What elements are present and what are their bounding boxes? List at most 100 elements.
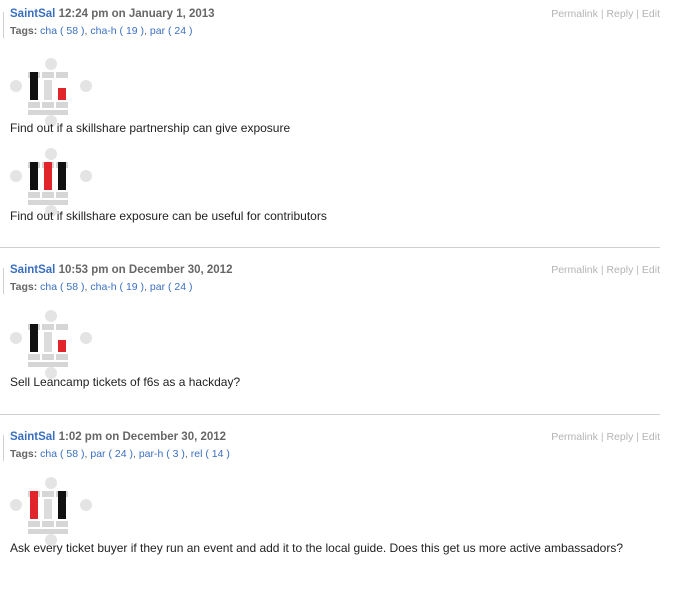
- icon-grid-cell: [56, 324, 68, 330]
- post-datetime: 10:53 pm on December 30, 2012: [58, 264, 233, 276]
- tags-label: Tags:: [10, 448, 38, 460]
- post-3: SaintSal 1:02 pm on December 30, 2012 Ta…: [0, 431, 660, 581]
- tag-link[interactable]: cha-h ( 19 ): [90, 25, 144, 37]
- post-actions: Permalink | Reply | Edit: [551, 8, 660, 20]
- tag-link[interactable]: par ( 24 ): [150, 25, 193, 37]
- icon-dot: [10, 499, 22, 511]
- edit-link[interactable]: Edit: [642, 8, 660, 20]
- icon-grid-cell: [42, 491, 54, 497]
- edit-link[interactable]: Edit: [642, 264, 660, 276]
- idea-icon-graphic: [10, 477, 92, 546]
- idea-icon: [10, 58, 92, 128]
- icon-dot: [80, 170, 92, 182]
- icon-bar-red: [30, 491, 38, 519]
- tag-link[interactable]: cha-h ( 19 ): [90, 281, 144, 293]
- icon-grid-base: [28, 362, 68, 367]
- tag-link[interactable]: cha ( 58 ): [40, 448, 84, 460]
- tags-label: Tags:: [10, 25, 38, 37]
- icon-dot: [80, 80, 92, 92]
- idea-icon: [10, 310, 92, 380]
- post-divider: [0, 414, 660, 415]
- icon-bar-gray: [44, 80, 52, 100]
- permalink-link[interactable]: Permalink: [551, 8, 598, 20]
- edit-link[interactable]: Edit: [642, 431, 660, 443]
- icon-grid-cell: [28, 521, 40, 527]
- icon-bar-red: [58, 88, 66, 100]
- icon-dot: [80, 332, 92, 344]
- icon-dot: [45, 477, 57, 489]
- icon-grid-cell: [42, 324, 54, 330]
- post-meta: SaintSal 1:02 pm on December 30, 2012: [10, 431, 226, 443]
- permalink-link[interactable]: Permalink: [551, 431, 598, 443]
- icon-bar-red: [58, 340, 66, 352]
- icon-grid-cell: [56, 521, 68, 527]
- author-link[interactable]: SaintSal: [10, 264, 55, 276]
- post-2: SaintSal 10:53 pm on December 30, 2012 T…: [0, 264, 660, 404]
- icon-bar-black: [30, 162, 38, 190]
- icon-grid-cell: [42, 72, 54, 78]
- icon-dot: [10, 332, 22, 344]
- icon-grid-base: [28, 110, 68, 115]
- author-link[interactable]: SaintSal: [10, 431, 55, 443]
- post-meta: SaintSal 10:53 pm on December 30, 2012: [10, 264, 232, 276]
- post-left-border: [3, 268, 4, 294]
- tag-link[interactable]: rel ( 14 ): [191, 448, 230, 460]
- icon-dot: [45, 310, 57, 322]
- icon-bar-black: [30, 72, 38, 100]
- icon-grid-cell: [56, 192, 68, 198]
- icon-grid-cell: [42, 354, 54, 360]
- icon-dot: [45, 58, 57, 70]
- post-tags: Tags: cha ( 58 ), par ( 24 ), par-h ( 3 …: [10, 448, 230, 460]
- idea-text: Find out if skillshare exposure can be u…: [10, 209, 327, 223]
- icon-grid-cell: [28, 192, 40, 198]
- tag-link[interactable]: cha ( 58 ): [40, 25, 84, 37]
- idea-icon-graphic: [10, 58, 92, 127]
- author-link[interactable]: SaintSal: [10, 8, 55, 20]
- tag-link[interactable]: par ( 24 ): [150, 281, 193, 293]
- icon-dot: [10, 80, 22, 92]
- post-left-border: [3, 12, 4, 38]
- icon-bar-red: [44, 162, 52, 190]
- post-datetime: 1:02 pm on December 30, 2012: [58, 431, 227, 443]
- icon-bar-black: [30, 324, 38, 352]
- icon-bar-black: [58, 491, 66, 519]
- idea-icon-graphic: [10, 310, 92, 379]
- icon-dot: [10, 170, 22, 182]
- icon-grid-cell: [28, 102, 40, 108]
- post-tags: Tags: cha ( 58 ), cha-h ( 19 ), par ( 24…: [10, 25, 193, 37]
- reply-link[interactable]: Reply: [606, 431, 633, 443]
- icon-bar-gray: [44, 499, 52, 519]
- idea-text: Ask every ticket buyer if they run an ev…: [10, 541, 623, 555]
- icon-grid-cell: [28, 354, 40, 360]
- icon-grid-cell: [56, 102, 68, 108]
- post-left-border: [3, 435, 4, 461]
- post-divider: [0, 247, 660, 248]
- post-meta: SaintSal 12:24 pm on January 1, 2013: [10, 8, 215, 20]
- tags-label: Tags:: [10, 281, 38, 293]
- reply-link[interactable]: Reply: [606, 264, 633, 276]
- icon-grid-base: [28, 529, 68, 534]
- icon-grid-cell: [42, 192, 54, 198]
- tag-link[interactable]: par-h ( 3 ): [139, 448, 185, 460]
- post-actions: Permalink | Reply | Edit: [551, 431, 660, 443]
- idea-text: Find out if a skillshare partnership can…: [10, 121, 291, 135]
- permalink-link[interactable]: Permalink: [551, 264, 598, 276]
- icon-dot: [45, 148, 57, 160]
- icon-grid-cell: [56, 354, 68, 360]
- tag-link[interactable]: par ( 24 ): [90, 448, 133, 460]
- icon-bar-black: [58, 162, 66, 190]
- idea-text: Sell Leancamp tickets of f6s as a hackda…: [10, 375, 241, 389]
- icon-dot: [80, 499, 92, 511]
- post-tags: Tags: cha ( 58 ), cha-h ( 19 ), par ( 24…: [10, 281, 193, 293]
- icon-grid-cell: [42, 102, 54, 108]
- icon-grid-base: [28, 200, 68, 205]
- icon-grid-cell: [56, 72, 68, 78]
- post-actions: Permalink | Reply | Edit: [551, 264, 660, 276]
- tag-link[interactable]: cha ( 58 ): [40, 281, 84, 293]
- post-1: SaintSal 12:24 pm on January 1, 2013 Tag…: [0, 8, 660, 240]
- icon-grid-cell: [42, 521, 54, 527]
- icon-bar-gray: [44, 332, 52, 352]
- idea-icon: [10, 477, 92, 547]
- reply-link[interactable]: Reply: [606, 8, 633, 20]
- post-datetime: 12:24 pm on January 1, 2013: [58, 8, 215, 20]
